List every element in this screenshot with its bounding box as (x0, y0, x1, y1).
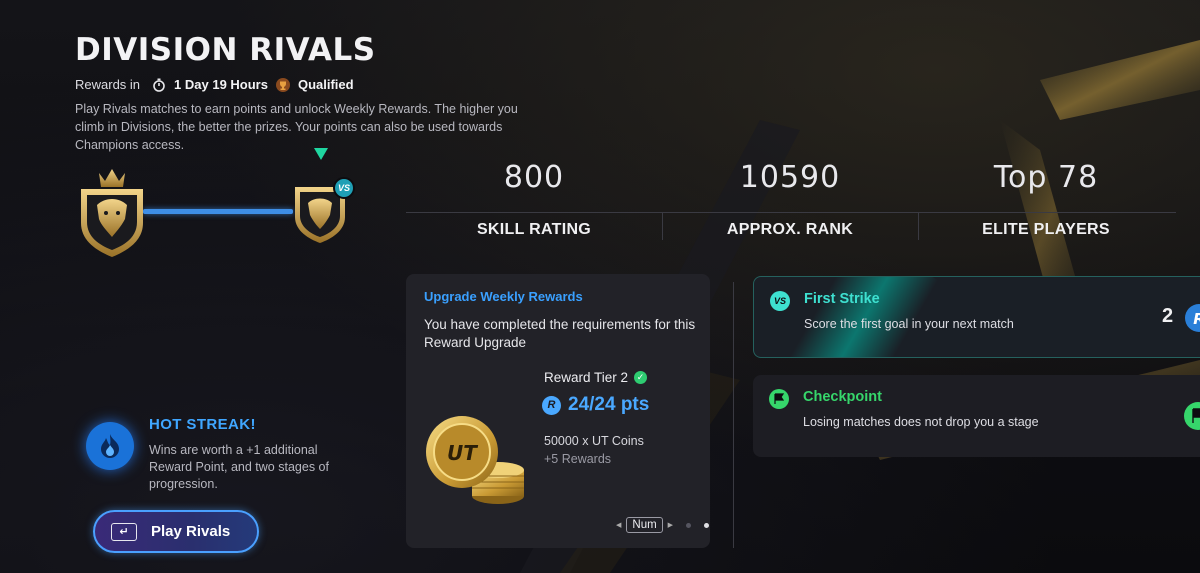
reward-tier: Reward Tier 2 ✓ (544, 370, 648, 385)
card-message: You have completed the requirements for … (424, 317, 696, 350)
objective-first-strike[interactable]: VS First Strike Score the first goal in … (753, 276, 1200, 358)
division-progression: VS (75, 145, 375, 265)
checkpoint-badge-icon (1184, 402, 1200, 430)
vs-icon: VS (770, 291, 790, 311)
vs-badge: VS (333, 177, 355, 199)
rivals-points-icon: R (1185, 304, 1200, 332)
pager-left-icon[interactable]: ◀ (616, 521, 621, 529)
flame-icon (86, 422, 134, 470)
qualified-status: Qualified (297, 77, 354, 92)
pager-dot-active[interactable] (704, 522, 710, 528)
objective-count: 2 (1162, 305, 1174, 327)
rewards-timer-row: Rewards in 1 Day 19 Hours Qualified (75, 77, 362, 92)
enter-key-icon: ↵ (111, 522, 137, 541)
hot-streak-panel: HOT STREAK! Wins are worth a +1 addition… (86, 414, 386, 504)
objective-title: First Strike (804, 291, 880, 307)
play-rivals-button[interactable]: ↵ Play Rivals (93, 510, 259, 553)
upgrade-rewards-card[interactable]: Upgrade Weekly Rewards You have complete… (406, 274, 710, 548)
points-value: 24/24 pts (568, 394, 650, 415)
extra-rewards: +5 Rewards (544, 452, 612, 466)
rewards-timer: 1 Day 19 Hours (174, 77, 268, 92)
stats-panel: 800 SKILL RATING 10590 APPROX. RANK Top … (406, 160, 1200, 260)
points-display: R 24/24 pts (542, 394, 649, 416)
ut-coins-icon: UT (426, 416, 524, 504)
section-divider (733, 282, 734, 548)
objective-checkpoint[interactable]: Checkpoint Losing matches does not drop … (753, 375, 1200, 457)
stopwatch-icon (153, 78, 165, 92)
rivals-points-icon: R (542, 395, 561, 415)
pager-key-label: Num (626, 517, 663, 533)
stat-elite-players: Top 78 ELITE PLAYERS (918, 160, 1174, 239)
rewards-label: Rewards in (75, 77, 141, 92)
stat-value: Top 78 (993, 160, 1099, 195)
pager-right-icon[interactable]: ▶ (668, 521, 673, 529)
division-crown-badge-icon (81, 169, 143, 257)
objective-description: Score the first goal in your next match (804, 317, 1014, 331)
tier-label: Reward Tier 2 (544, 370, 629, 385)
objective-title: Checkpoint (803, 389, 882, 405)
pager-dot[interactable] (686, 522, 692, 528)
stat-label: APPROX. RANK (726, 221, 854, 238)
page-title: DIVISION RIVALS (75, 32, 376, 68)
flag-icon (769, 389, 789, 409)
progress-line (143, 209, 293, 214)
objective-description: Losing matches does not drop you a stage (803, 415, 1039, 429)
stat-value: 10590 (739, 160, 841, 195)
card-pager[interactable]: ◀ Num ▶ (616, 517, 710, 533)
stat-skill-rating: 800 SKILL RATING (406, 160, 662, 239)
stat-value: 800 (503, 160, 565, 195)
hot-streak-description: Wins are worth a +1 additional Reward Po… (149, 443, 329, 491)
current-position-triangle-icon (314, 148, 328, 160)
stat-approx-rank: 10590 APPROX. RANK (662, 160, 918, 239)
card-heading: Upgrade Weekly Rewards (424, 289, 583, 304)
coin-text: UT (447, 441, 478, 465)
hot-streak-title: HOT STREAK! (149, 416, 256, 433)
stat-label: ELITE PLAYERS (982, 221, 1110, 238)
coins-reward: 50000 x UT Coins (544, 434, 644, 448)
check-icon: ✓ (634, 371, 648, 384)
trophy-icon (275, 77, 290, 92)
svg-text:R: R (1193, 310, 1200, 328)
play-button-label: Play Rivals (151, 523, 231, 540)
stat-label: SKILL RATING (476, 221, 592, 238)
